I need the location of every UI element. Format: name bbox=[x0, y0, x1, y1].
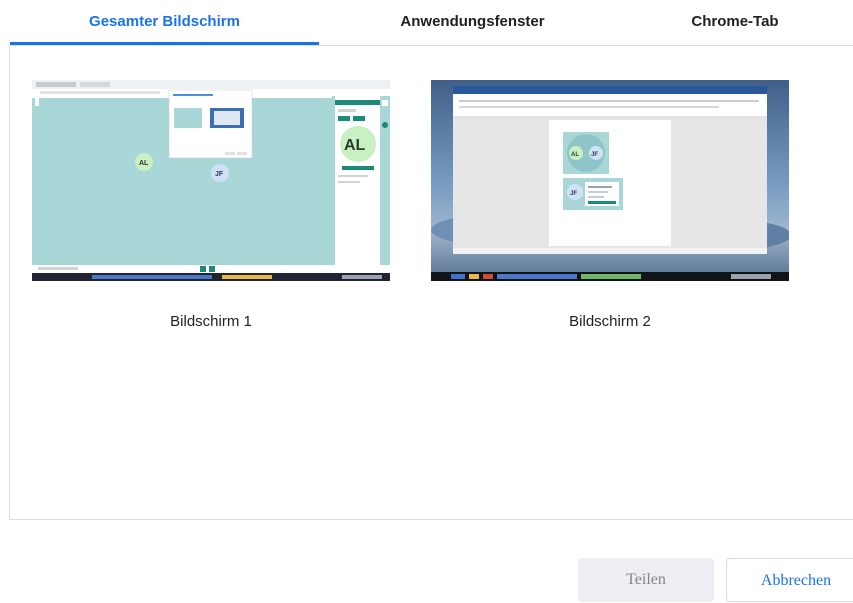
screen-2-caption: Bildschirm 2 bbox=[569, 313, 651, 330]
screen-1-avatar-al: AL bbox=[139, 160, 149, 167]
screen-2-avatar-jf: JF bbox=[591, 152, 598, 158]
source-tab-bar: Gesamter Bildschirm Anwendungsfenster Ch… bbox=[0, 0, 853, 46]
screen-2-preview: AL JF JF bbox=[431, 80, 789, 281]
screen-1-avatar-large: AL bbox=[344, 137, 366, 154]
screen-1-thumbnail: AL JF AL bbox=[32, 80, 390, 281]
cancel-button[interactable]: Abbrechen bbox=[726, 558, 853, 602]
screen-1-avatar-jf: JF bbox=[215, 171, 224, 178]
tab-application-window[interactable]: Anwendungsfenster bbox=[330, 0, 615, 44]
screen-2-thumbnail: AL JF JF bbox=[431, 80, 789, 281]
screen-option-1[interactable]: AL JF AL Bildschirm 1 bbox=[32, 80, 390, 340]
tab-entire-screen[interactable]: Gesamter Bildschirm bbox=[10, 0, 319, 44]
share-button[interactable]: Teilen bbox=[578, 558, 714, 602]
screen-2-avatar-jf-2: JF bbox=[570, 191, 577, 197]
screen-option-2[interactable]: AL JF JF Bildschirm 2 bbox=[431, 80, 789, 340]
screen-2-avatar-al: AL bbox=[571, 152, 579, 158]
tab-chrome-tab[interactable]: Chrome-Tab bbox=[625, 0, 845, 44]
screen-1-preview: AL JF AL bbox=[32, 80, 390, 281]
screen-1-caption: Bildschirm 1 bbox=[170, 313, 252, 330]
